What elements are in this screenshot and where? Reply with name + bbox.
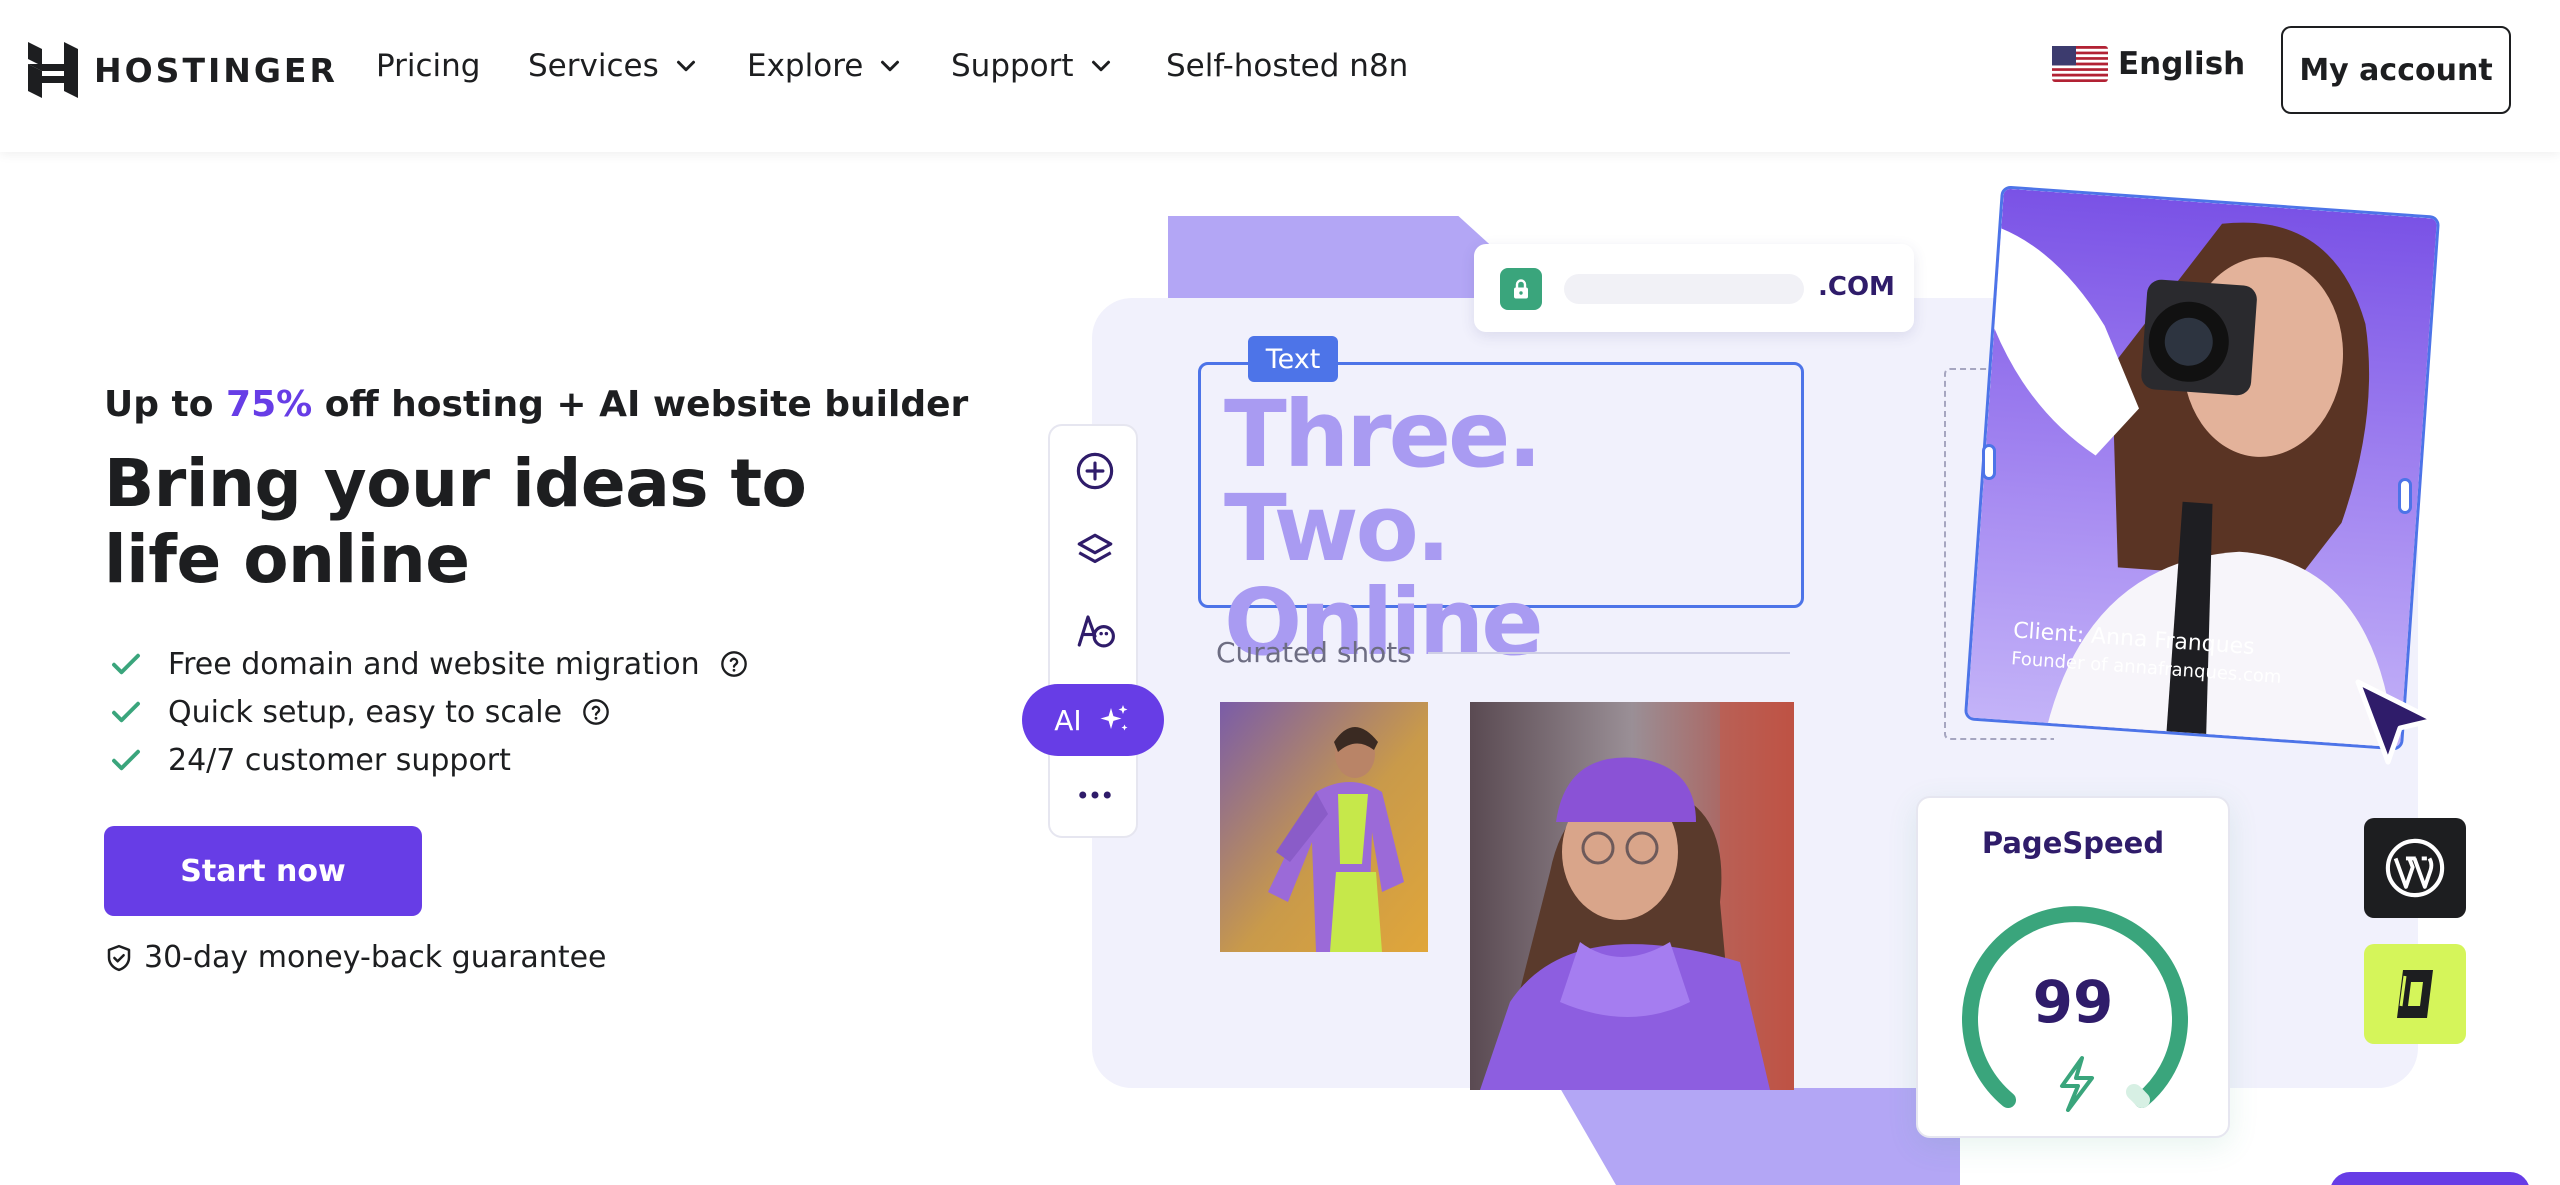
curated-shots-label: Curated shots <box>1216 636 1412 669</box>
ai-button[interactable]: AI <box>1022 684 1164 756</box>
feature-label: Quick setup, easy to scale <box>168 694 563 730</box>
promo-line: Up to 75% off hosting + AI website build… <box>104 384 968 425</box>
lock-icon <box>1500 268 1542 310</box>
text-element-tag: Text <box>1248 336 1338 382</box>
nav-services[interactable]: Services <box>528 48 701 84</box>
nav-self-hosted-n8n[interactable]: Self-hosted n8n <box>1166 48 1408 84</box>
chevron-down-icon <box>881 60 900 72</box>
feature-item: Free domain and website migration <box>108 640 748 688</box>
check-icon <box>112 749 140 771</box>
decorative-shape <box>1168 216 1498 306</box>
pagespeed-card: PageSpeed 99 <box>1916 796 2230 1138</box>
lightning-icon <box>2060 1056 2094 1112</box>
nav-services-label: Services <box>528 48 659 84</box>
decorative-pill <box>2330 1172 2530 1185</box>
chevron-down-icon <box>1091 60 1110 72</box>
us-flag-icon <box>2052 46 2108 82</box>
nav-support[interactable]: Support <box>951 48 1116 84</box>
feature-item: 24/7 customer support <box>108 736 748 784</box>
feature-label: 24/7 customer support <box>168 742 511 778</box>
guarantee-label: 30-day money-back guarantee <box>144 940 607 975</box>
hero-headline: Bring your ideas to life online <box>104 445 807 598</box>
start-now-button[interactable]: Start now <box>104 826 422 916</box>
palette-icon[interactable] <box>1074 610 1116 652</box>
sparkles-icon <box>1100 705 1128 731</box>
help-icon[interactable] <box>720 650 748 678</box>
language-label: English <box>2118 46 2246 82</box>
lime-brand-icon <box>2397 970 2433 1018</box>
more-icon[interactable] <box>1074 774 1116 816</box>
url-tld: .COM <box>1818 272 1895 302</box>
pagespeed-title: PageSpeed <box>1981 826 2165 860</box>
help-icon[interactable] <box>582 698 610 726</box>
layers-icon[interactable] <box>1074 530 1116 572</box>
language-selector[interactable]: English <box>2052 46 2245 82</box>
logo-text: HOSTINGER <box>94 50 338 90</box>
domain-url-bar: .COM <box>1474 244 1914 332</box>
wordpress-icon <box>2385 838 2445 898</box>
cursor-icon <box>2355 679 2437 765</box>
promo-suffix: off hosting + AI website builder <box>312 384 969 425</box>
wordpress-tile <box>2364 818 2466 918</box>
nav-pricing[interactable]: Pricing <box>376 48 481 84</box>
feature-list: Free domain and website migration Quick … <box>108 640 748 784</box>
site-header: HOSTINGER Pricing Services Explore Suppo… <box>0 0 2560 152</box>
chevron-down-icon <box>676 60 695 72</box>
fashion-photo <box>1220 702 1428 952</box>
nav-n8n-label: Self-hosted n8n <box>1166 48 1409 84</box>
url-field <box>1564 274 1804 304</box>
my-account-button[interactable]: My account <box>2281 26 2511 114</box>
nav-explore-label: Explore <box>747 48 864 84</box>
money-back-guarantee: 30-day money-back guarantee <box>104 940 607 975</box>
ai-button-label: AI <box>1054 703 1082 737</box>
feature-item: Quick setup, easy to scale <box>108 688 748 736</box>
hostinger-logo-icon <box>28 42 78 98</box>
promo-prefix: Up to <box>104 384 227 425</box>
client-portrait-card: Client: Anna Franques Founder of annafra… <box>1963 185 2441 751</box>
resize-handle[interactable] <box>2398 478 2412 514</box>
portrait-photo <box>1470 702 1794 1090</box>
divider <box>1428 652 1790 654</box>
resize-handle[interactable] <box>1982 444 1996 480</box>
check-icon <box>112 653 140 675</box>
editor-toolbar <box>1048 424 1138 838</box>
decorative-shape <box>1560 1088 1960 1185</box>
nav-pricing-label: Pricing <box>376 48 481 84</box>
pagespeed-score: 99 <box>2032 968 2114 1036</box>
feature-label: Free domain and website migration <box>168 646 700 682</box>
check-icon <box>112 701 140 723</box>
promo-percent: 75% <box>226 384 313 425</box>
plus-circle-icon[interactable] <box>1074 450 1116 492</box>
text-block-title: Three. Two. Online <box>1224 381 1544 676</box>
lime-brand-tile <box>2364 944 2466 1044</box>
shield-icon <box>107 944 131 971</box>
nav-support-label: Support <box>951 48 1074 84</box>
nav-explore[interactable]: Explore <box>747 48 905 84</box>
hostinger-logo[interactable]: HOSTINGER <box>28 42 338 98</box>
